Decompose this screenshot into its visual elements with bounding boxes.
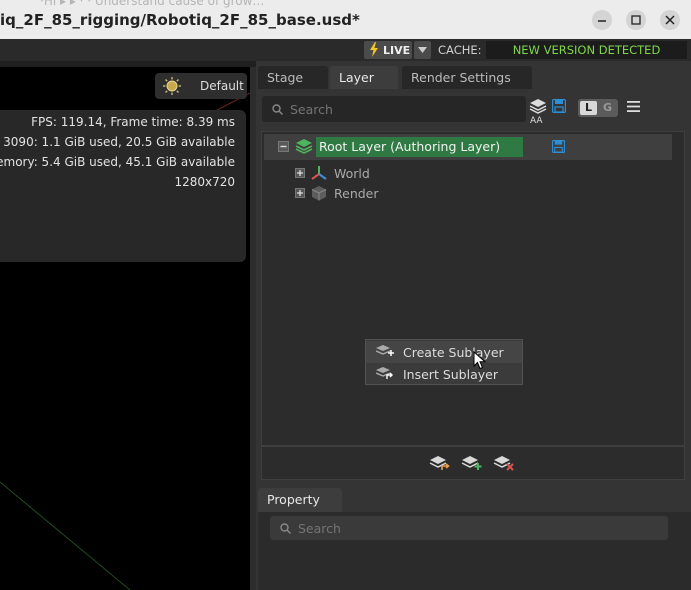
cache-status: NEW VERSION DETECTED — [486, 41, 687, 59]
tab-render-settings[interactable]: Render Settings — [402, 66, 532, 89]
create-layer-icon — [376, 345, 394, 356]
aa-label: AA — [530, 116, 543, 126]
root-layer-row[interactable]: Root Layer (Authoring Layer) — [264, 134, 672, 160]
insert-layer-icon — [376, 367, 393, 379]
lightning-icon — [370, 42, 378, 57]
root-layer-save-icon[interactable] — [552, 140, 565, 153]
tree-item-label: Render — [334, 186, 379, 201]
tab-property[interactable]: Property — [258, 488, 342, 512]
app-window: ·Hi ▸ ▸ · · Understand cause of grow… iq… — [0, 0, 691, 590]
cube-icon — [311, 186, 327, 201]
tab-layer[interactable]: Layer — [330, 66, 398, 89]
create-sublayer-menu-item[interactable]: Create Sublayer — [366, 341, 522, 363]
search-icon — [280, 523, 291, 534]
collapse-icon[interactable] — [278, 141, 289, 152]
fps-stat: FPS: 119.14, Frame time: 8.39 ms — [31, 115, 235, 129]
render-mode-button[interactable]: Default — [155, 73, 247, 99]
add-layer-icon[interactable] — [461, 455, 483, 471]
resolution-stat: 1280x720 — [174, 175, 235, 189]
close-button[interactable] — [660, 10, 680, 30]
local-toggle[interactable]: L — [580, 101, 597, 115]
layer-search-input[interactable]: Search — [262, 96, 526, 122]
main-toolbar: LIVE CACHE: NEW VERSION DETECTED — [0, 39, 691, 61]
layers-icon[interactable] — [529, 97, 547, 115]
live-dropdown-button[interactable] — [414, 41, 431, 59]
window-title: iq_2F_85_rigging/Robotiq_2F_85_base.usd* — [0, 11, 360, 29]
close-icon — [665, 15, 675, 25]
live-button[interactable]: LIVE — [364, 41, 412, 59]
layer-stack-icon — [295, 139, 313, 154]
search-placeholder: Search — [298, 521, 341, 536]
layer-tree: Root Layer (Authoring Layer) World Rende… — [261, 131, 685, 446]
world-axis-icon — [311, 166, 327, 180]
global-toggle[interactable]: G — [600, 101, 615, 115]
render-mode-label: Default — [200, 79, 244, 93]
expand-icon[interactable] — [295, 188, 305, 198]
chevron-down-icon — [418, 47, 427, 53]
maximize-icon — [631, 15, 641, 25]
live-label: LIVE — [383, 44, 411, 57]
local-global-toggle[interactable]: L G — [578, 99, 618, 117]
context-menu: Create Sublayer Insert Sublayer — [365, 339, 523, 385]
tab-stage[interactable]: Stage — [258, 66, 328, 89]
sun-icon — [163, 77, 181, 95]
minimize-icon — [598, 20, 606, 22]
background-window-text: ·Hi ▸ ▸ · · Understand cause of grow… — [40, 0, 265, 8]
remove-layer-icon[interactable] — [493, 455, 515, 471]
layer-actions-bar — [261, 446, 685, 480]
hamburger-menu-icon[interactable] — [627, 101, 640, 112]
search-icon — [272, 104, 283, 115]
process-memory-stat: s Memory: 5.4 GiB used, 45.1 GiB availab… — [0, 155, 235, 169]
property-search-input[interactable]: Search — [270, 516, 668, 540]
viewport[interactable]: Default FPS: 119.14, Frame time: 8.39 ms… — [0, 67, 252, 590]
title-bar: ·Hi ▸ ▸ · · Understand cause of grow… iq… — [0, 0, 691, 39]
insert-sublayer-menu-item[interactable]: Insert Sublayer — [366, 363, 522, 385]
tree-item-label: World — [334, 166, 370, 181]
expand-icon[interactable] — [295, 168, 305, 178]
menu-item-label: Create Sublayer — [403, 345, 504, 360]
load-layer-icon[interactable] — [429, 455, 451, 471]
search-placeholder: Search — [290, 102, 333, 117]
stats-overlay: FPS: 119.14, Frame time: 8.39 ms RTX 309… — [0, 110, 246, 262]
maximize-button[interactable] — [626, 10, 646, 30]
root-layer-label[interactable]: Root Layer (Authoring Layer) — [316, 137, 523, 157]
layer-panel: Stage Layer Render Settings Search AA L … — [256, 61, 691, 590]
mouse-cursor-icon — [473, 351, 487, 370]
property-panel: Search — [258, 512, 691, 590]
minimize-button[interactable] — [592, 10, 612, 30]
cache-label: CACHE: — [438, 43, 482, 57]
save-icon[interactable] — [552, 99, 566, 113]
gpu-memory-stat: RTX 3090: 1.1 GiB used, 20.5 GiB availab… — [0, 135, 235, 149]
